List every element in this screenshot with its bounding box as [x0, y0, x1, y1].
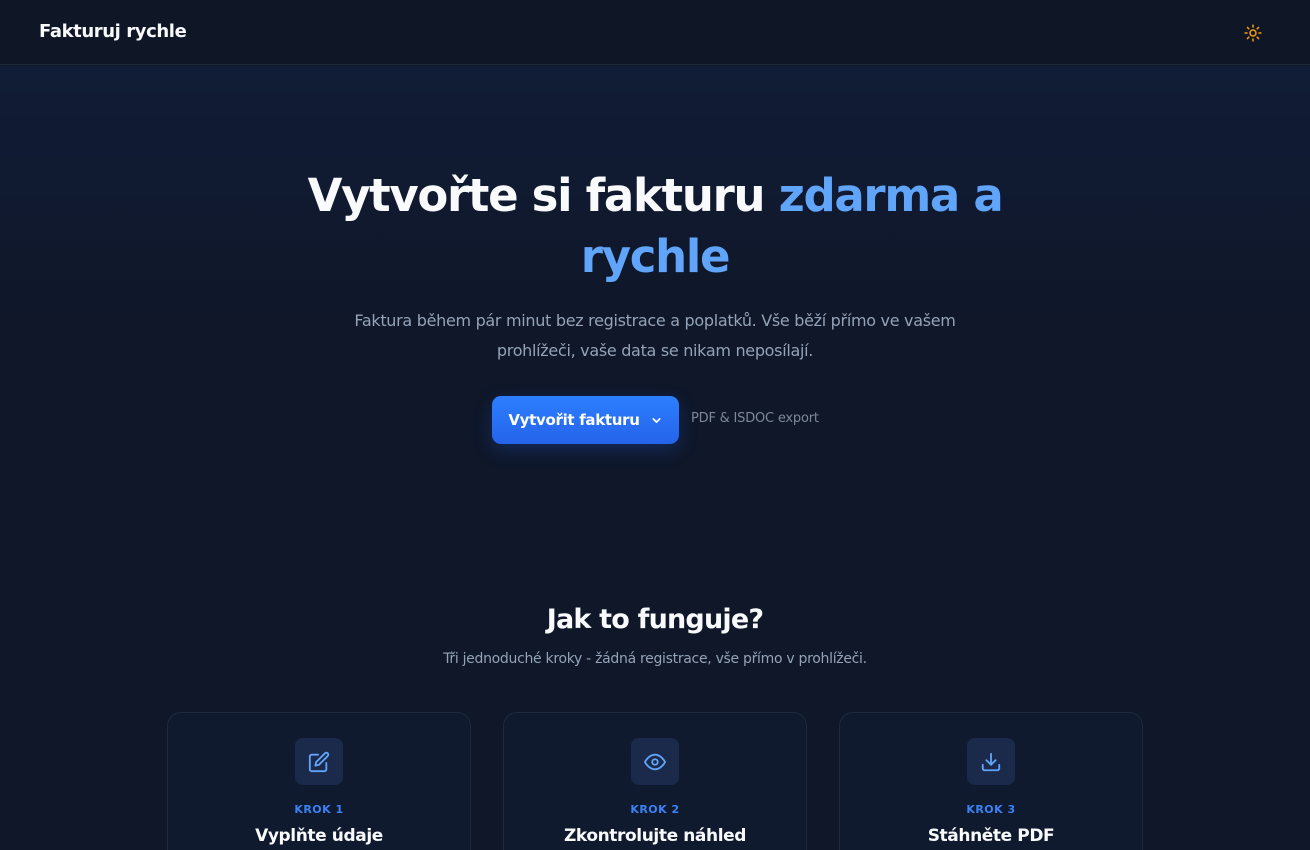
step-number: KROK 3	[966, 803, 1016, 816]
export-formats-note: PDF & ISDOC export	[691, 411, 819, 426]
step-icon-container	[967, 738, 1015, 785]
edit-icon	[308, 751, 330, 772]
how-it-works-title: Jak to funguje?	[546, 604, 764, 635]
step-card-download: KROK 3 Stáhněte PDF	[839, 712, 1143, 850]
step-number: KROK 1	[294, 803, 344, 816]
step-title: Stáhněte PDF	[927, 826, 1055, 846]
step-card-preview: KROK 2 Zkontrolujte náhled	[503, 712, 807, 850]
create-invoice-button[interactable]: Vytvořit fakturu	[492, 396, 679, 444]
step-title: Vyplňte údaje	[255, 826, 383, 846]
eye-icon	[644, 753, 666, 770]
step-icon-container	[631, 738, 679, 785]
hero-title: Vytvořte si fakturu zdarma a rychle	[255, 165, 1055, 287]
hero-section	[0, 66, 1310, 526]
step-title: Zkontrolujte náhled	[563, 826, 747, 846]
top-navigation: Fakturuj rychle	[0, 0, 1310, 65]
sun-icon	[1244, 24, 1262, 42]
create-invoice-label: Vytvořit fakturu	[508, 411, 640, 429]
step-icon-container	[295, 738, 343, 785]
brand-logo[interactable]: Fakturuj rychle	[39, 21, 187, 42]
how-it-works-subtitle: Tři jednoduché kroky - žádná registrace,…	[443, 651, 867, 667]
hero-title-main: Vytvořte si fakturu	[307, 169, 779, 222]
theme-toggle-button[interactable]	[1236, 16, 1270, 50]
step-card-fill-details: KROK 1 Vyplňte údaje	[167, 712, 471, 850]
hero-subtitle: Faktura během pár minut bez registrace a…	[354, 311, 956, 360]
step-number: KROK 2	[630, 803, 680, 816]
download-icon	[981, 752, 1001, 771]
chevron-down-icon	[652, 417, 661, 423]
